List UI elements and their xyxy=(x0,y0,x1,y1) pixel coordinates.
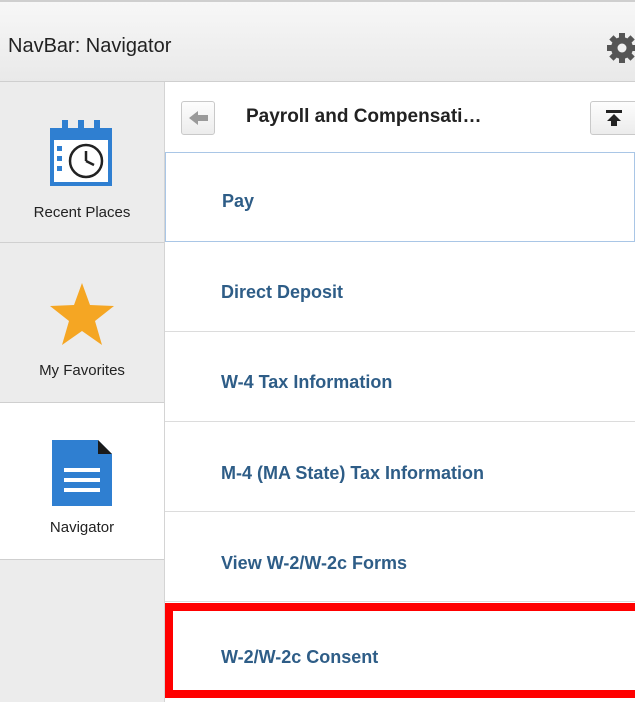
menu-item-view-w2-forms[interactable]: View W-2/W-2c Forms xyxy=(165,512,635,602)
gear-icon[interactable] xyxy=(602,32,635,65)
sidebar-item-navigator[interactable]: Navigator xyxy=(0,402,164,560)
star-icon xyxy=(48,281,116,352)
page-title: Payroll and Compensati… xyxy=(246,106,482,127)
navbar-header: NavBar: Navigator xyxy=(0,0,635,82)
menu-item-label: M-4 (MA State) Tax Information xyxy=(221,463,485,483)
menu-item-direct-deposit[interactable]: Direct Deposit xyxy=(165,242,635,332)
highlight-box xyxy=(165,603,635,698)
sidebar-item-label: Navigator xyxy=(49,519,115,536)
sidebar-item-recent-places[interactable]: Recent Places xyxy=(0,82,164,242)
content-header: Payroll and Compensati… xyxy=(165,82,635,152)
menu-item-m4-tax-information[interactable]: M-4 (MA State) Tax Information xyxy=(165,422,635,512)
menu-item-label: Direct Deposit xyxy=(221,282,344,302)
navbar-title: NavBar: Navigator xyxy=(8,35,172,57)
menu-item-pay[interactable]: Pay xyxy=(165,152,635,242)
sidebar-item-label: Recent Places xyxy=(33,204,131,221)
menu-item-w4-tax-information[interactable]: W-4 Tax Information xyxy=(165,332,635,422)
menu-item-label: W-4 Tax Information xyxy=(221,372,393,392)
scroll-top-button[interactable] xyxy=(590,101,635,135)
back-button[interactable] xyxy=(181,101,215,135)
menu-item-label: View W-2/W-2c Forms xyxy=(221,553,407,573)
sidebar: Recent Places My Favorites Navigator xyxy=(0,82,165,702)
scroll-top-icon xyxy=(605,110,623,131)
sidebar-item-my-favorites[interactable]: My Favorites xyxy=(0,243,164,401)
calendar-clock-icon xyxy=(48,116,114,193)
sidebar-item-label: My Favorites xyxy=(39,362,125,379)
document-icon xyxy=(52,440,112,511)
back-arrow-icon xyxy=(189,111,209,130)
menu-item-label: Pay xyxy=(222,191,255,211)
